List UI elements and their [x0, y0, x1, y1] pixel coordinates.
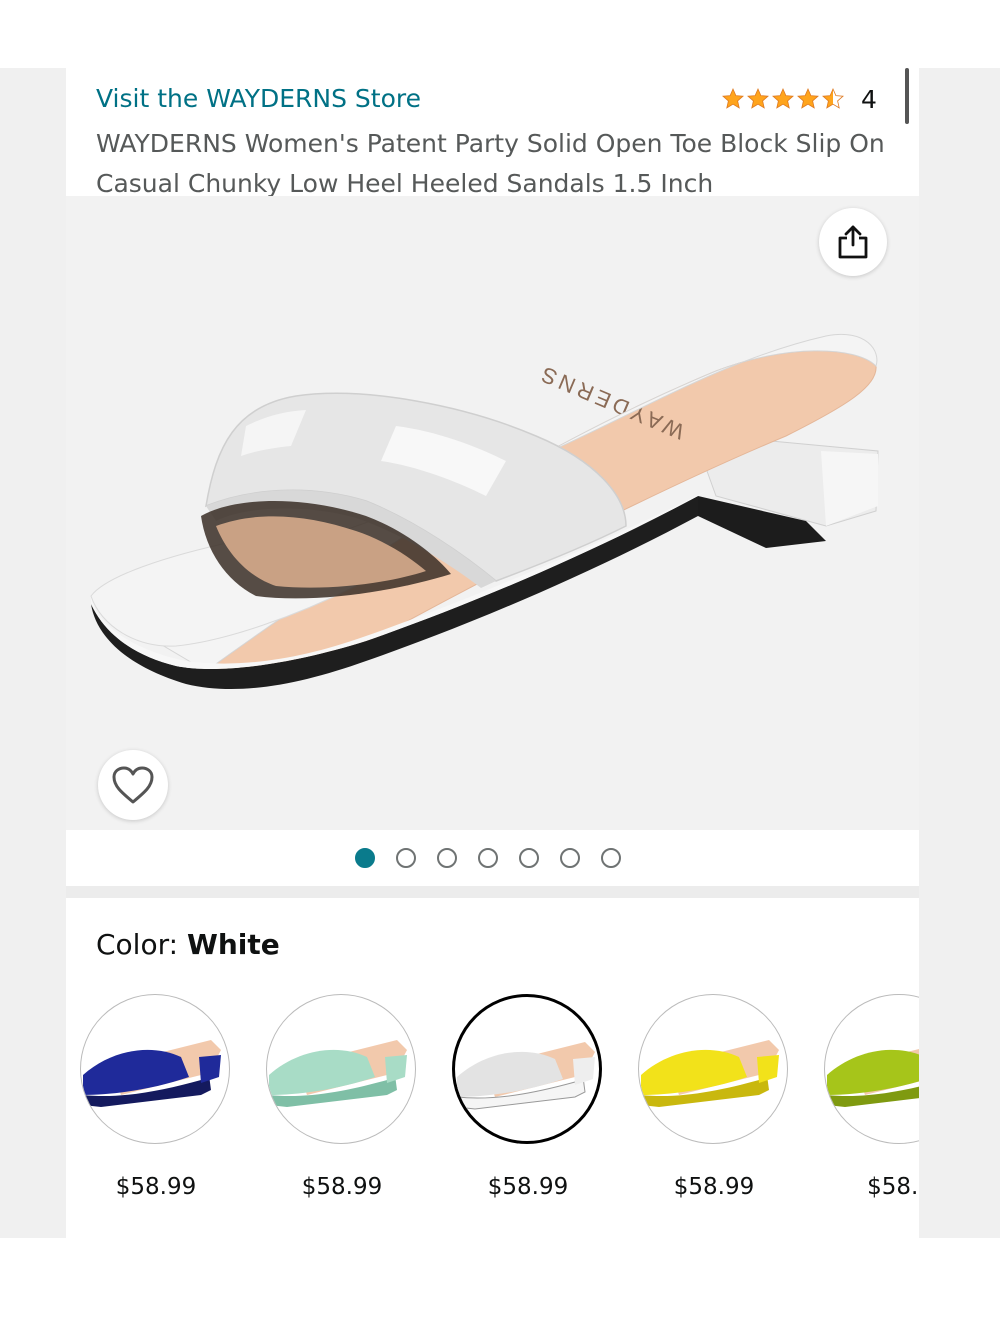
- rating[interactable]: 4: [720, 84, 877, 114]
- heart-icon: [112, 766, 154, 804]
- swatch-image: [638, 994, 788, 1144]
- pagination-dot[interactable]: [437, 848, 457, 868]
- star-rating: [720, 87, 845, 111]
- rating-count: 4: [861, 84, 877, 114]
- swatch-image: [452, 994, 602, 1144]
- swatch-image: [824, 994, 919, 1144]
- color-swatch-yellow[interactable]: $58.99: [634, 990, 790, 1200]
- product-image: WAYDERNS: [90, 333, 879, 690]
- color-swatch-navy[interactable]: $58.99: [76, 990, 232, 1200]
- pagination-dot[interactable]: [396, 848, 416, 868]
- swatch-price: $58.99: [301, 1174, 383, 1200]
- half-star-icon: [822, 88, 844, 109]
- add-to-list-button[interactable]: [98, 750, 168, 820]
- star-icon: [722, 88, 744, 109]
- pagination-dot[interactable]: [355, 848, 375, 868]
- star-icon: [772, 88, 794, 109]
- color-swatch-lime[interactable]: $58.9: [820, 990, 919, 1200]
- share-button[interactable]: [819, 208, 887, 276]
- share-icon: [838, 225, 868, 259]
- color-swatch-mint[interactable]: $58.99: [262, 990, 418, 1200]
- swatch-price: $58.99: [115, 1174, 197, 1200]
- product-title: WAYDERNS Women's Patent Party Solid Open…: [96, 129, 885, 198]
- star-icon: [747, 88, 769, 109]
- scrollbar[interactable]: [905, 68, 909, 124]
- image-pagination[interactable]: [355, 846, 642, 870]
- color-swatch-white[interactable]: $58.99: [448, 990, 604, 1200]
- swatch-price: $58.99: [487, 1174, 569, 1200]
- pagination-dot[interactable]: [601, 848, 621, 868]
- swatch-price: $58.9: [867, 1174, 919, 1200]
- pagination-dot[interactable]: [519, 848, 539, 868]
- color-label-text: Color:: [96, 928, 179, 961]
- swatch-image: [266, 994, 416, 1144]
- star-icon: [797, 88, 819, 109]
- selected-color: White: [186, 928, 280, 961]
- color-label: Color: White: [96, 928, 280, 961]
- section-divider: [66, 886, 919, 898]
- color-swatches: $58.99 $58.99 $58.99 $58.99 $58.: [66, 990, 919, 1210]
- swatch-image: [80, 994, 230, 1144]
- swatch-price: $58.99: [673, 1174, 755, 1200]
- pagination-dot[interactable]: [560, 848, 580, 868]
- pagination-dot[interactable]: [478, 848, 498, 868]
- store-link[interactable]: Visit the WAYDERNS Store: [96, 84, 421, 113]
